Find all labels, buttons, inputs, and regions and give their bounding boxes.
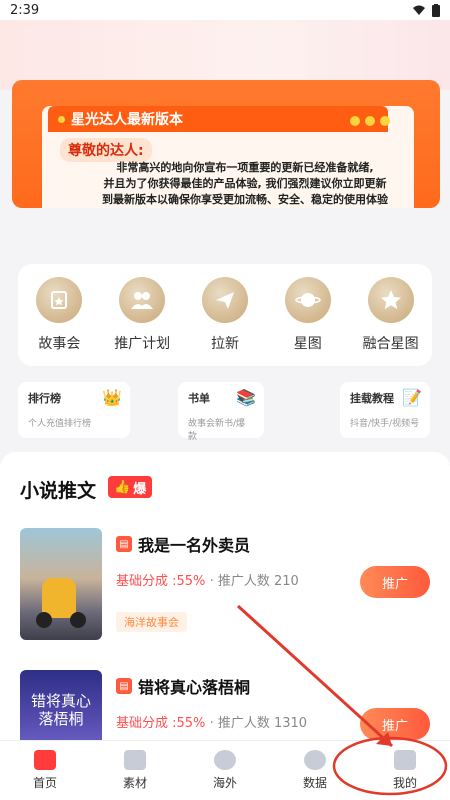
menu-label: 拉新 (210, 336, 239, 352)
tutorial-icon: 📝 (402, 388, 422, 407)
nav-data[interactable]: 数据 (275, 750, 355, 791)
promote-button[interactable]: 推广 (360, 566, 430, 598)
nav-label: 数据 (302, 776, 327, 790)
book-tag: 海洋故事会 (116, 612, 187, 632)
nav-label: 海外 (212, 776, 237, 790)
menu-item-story[interactable]: 故事会 (19, 277, 99, 353)
menu-label: 推广计划 (114, 336, 171, 352)
card-subtitle: 抖音/快手/视频号 (350, 419, 420, 429)
globe-icon (214, 750, 236, 770)
crown-icon: 👑 (102, 388, 122, 407)
books-icon: 📚 (236, 388, 256, 407)
planet-icon (284, 277, 331, 323)
menu-label: 星图 (293, 336, 322, 352)
promoter-count: · 推广人数 1310 (209, 716, 308, 731)
thumbs-up-icon: 👍 (114, 479, 131, 495)
chart-icon (124, 750, 146, 770)
section-title: 小说推文 (20, 480, 97, 502)
book-title-row[interactable]: ▤ 错将真心落梧桐 (116, 674, 250, 698)
book-title: 我是一名外卖员 (138, 536, 251, 555)
banner-body: 非常高兴的地向你宣布一项重要的更新已经准备就绪, 并且为了你获得最佳的产品体验,… (70, 160, 420, 208)
status-bar: 2:39 (0, 0, 450, 20)
book-stats: 基础分成 :55% · 推广人数 210 (116, 570, 299, 589)
book-type-icon: ▤ (116, 678, 132, 694)
status-time: 2:39 (10, 2, 40, 18)
book-title-row[interactable]: ▤ 我是一名外卖员 (116, 532, 250, 556)
promote-button[interactable]: 推广 (360, 708, 430, 740)
bottom-nav: 首页 素材 海外 数据 我的 (0, 740, 450, 800)
menu-item-promotion-plan[interactable]: 推广计划 (102, 277, 182, 353)
menu-label: 融合星图 (362, 336, 419, 352)
story-icon (36, 277, 83, 323)
banner-tab: 星光达人最新版本 (48, 106, 388, 132)
profile-icon (394, 750, 416, 770)
update-banner[interactable]: 星光达人最新版本 尊敬的达人: 非常高兴的地向你宣布一项重要的更新已经准备就绪,… (12, 80, 440, 208)
nav-label: 素材 (122, 776, 147, 790)
menu-item-acquisition[interactable]: 拉新 (185, 277, 265, 353)
nav-label: 我的 (392, 776, 417, 790)
menu-label: 故事会 (38, 336, 81, 352)
data-icon (304, 750, 326, 770)
card-subtitle: 故事会新书/爆款 (188, 419, 246, 442)
nav-profile[interactable]: 我的 (365, 750, 445, 791)
nav-label: 首页 (32, 776, 57, 790)
rate-label: 基础分成 :55% (116, 716, 206, 731)
nav-overseas[interactable]: 海外 (185, 750, 265, 791)
banner-dots (350, 116, 390, 126)
banner-line: 到最新版本以确保你享受更加流畅、安全、稳定的使用体验 (102, 193, 388, 206)
nav-materials[interactable]: 素材 (95, 750, 175, 791)
book-title: 错将真心落梧桐 (138, 678, 251, 697)
dot-icon (58, 115, 65, 123)
card-book-list[interactable]: 书单 故事会新书/爆款 📚 (178, 382, 264, 442)
hot-badge: 👍 爆 (108, 476, 153, 498)
book-type-icon: ▤ (116, 536, 132, 552)
banner-line: 非常高兴的地向你宣布一项重要的更新已经准备就绪, (116, 161, 374, 174)
banner-line: 并且为了你获得最佳的产品体验, 我们强烈建议你立即更新 (103, 177, 387, 190)
paper-plane-icon (201, 277, 248, 323)
book-cover[interactable] (20, 528, 102, 640)
card-tutorial[interactable]: 挂载教程 抖音/快手/视频号 📝 (340, 382, 430, 438)
wifi-icon (413, 5, 425, 15)
cover-title: 错将真心落梧桐 (30, 692, 91, 728)
banner-greeting: 尊敬的达人: (60, 138, 152, 162)
battery-icon (432, 3, 440, 17)
menu-item-star-map[interactable]: 星图 (268, 277, 348, 353)
book-stats: 基础分成 :55% · 推广人数 1310 (116, 712, 307, 731)
hot-label: 爆 (133, 481, 147, 497)
card-ranking[interactable]: 排行榜 个人充值排行榜 👑 (18, 382, 130, 438)
feature-menu: 故事会 推广计划 拉新 星图 融合星图 (18, 264, 432, 366)
users-icon (119, 277, 166, 323)
nav-home[interactable]: 首页 (5, 750, 85, 791)
card-subtitle: 个人充值排行榜 (28, 419, 92, 429)
promoter-count: · 推广人数 210 (209, 574, 299, 589)
rate-label: 基础分成 :55% (116, 574, 206, 589)
menu-item-fusion-star-map[interactable]: 融合星图 (351, 277, 431, 353)
star-icon (367, 277, 414, 323)
status-icons (412, 3, 440, 17)
home-icon (34, 750, 56, 770)
banner-title: 星光达人最新版本 (71, 112, 183, 128)
